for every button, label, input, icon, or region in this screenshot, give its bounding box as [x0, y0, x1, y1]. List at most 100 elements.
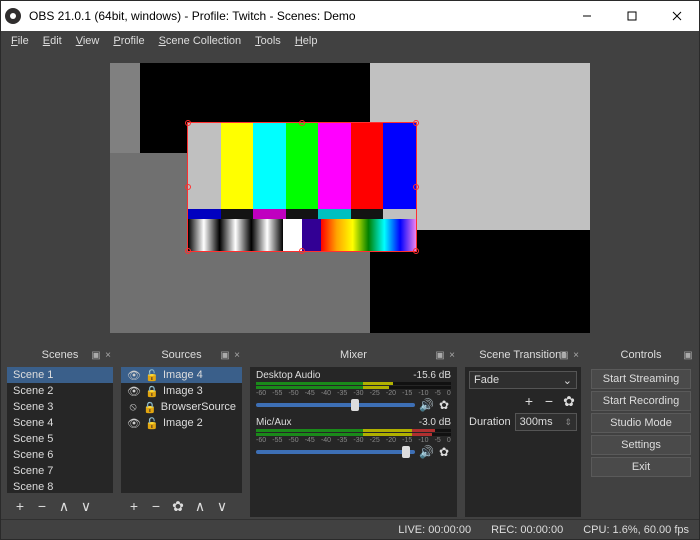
menu-view[interactable]: View	[70, 34, 106, 48]
slider-thumb[interactable]	[402, 446, 410, 458]
resize-handle[interactable]	[413, 248, 419, 254]
smpte-bars-icon	[188, 123, 416, 251]
start-streaming-button[interactable]: Start Streaming	[591, 369, 691, 389]
remove-transition-button[interactable]: −	[541, 393, 557, 409]
resize-handle[interactable]	[185, 120, 191, 126]
preview-area[interactable]	[1, 51, 699, 345]
source-name: Image 2	[163, 417, 203, 429]
sources-list[interactable]: 👁🔓Image 4👁🔒Image 3⦸🔒BrowserSource👁🔓Image…	[121, 367, 242, 493]
popout-icon[interactable]: ▣	[435, 350, 445, 360]
eye-icon[interactable]: 👁	[127, 369, 141, 382]
close-button[interactable]	[654, 1, 699, 31]
close-panel-icon[interactable]: ×	[571, 350, 581, 360]
dock-panels: Scenes ▣× Scene 1Scene 2Scene 3Scene 4Sc…	[1, 345, 699, 519]
scene-row[interactable]: Scene 8	[7, 479, 113, 493]
eye-icon[interactable]: 👁	[127, 417, 141, 430]
controls-panel: Controls ▣ Start Streaming Start Recordi…	[587, 345, 695, 519]
close-panel-icon[interactable]: ×	[232, 350, 242, 360]
controls-body: Start Streaming Start Recording Studio M…	[589, 367, 693, 517]
gear-icon[interactable]: ✿	[437, 398, 451, 412]
menu-help[interactable]: Help	[289, 34, 324, 48]
scene-up-button[interactable]: ∧	[57, 499, 71, 513]
resize-handle[interactable]	[299, 248, 305, 254]
popout-icon[interactable]: ▣	[220, 350, 230, 360]
window-title: OBS 21.0.1 (64bit, windows) - Profile: T…	[25, 9, 564, 23]
scene-row[interactable]: Scene 4	[7, 415, 113, 431]
scene-row[interactable]: Scene 6	[7, 447, 113, 463]
transitions-header[interactable]: Scene Transitions ▣×	[463, 345, 583, 365]
unlock-icon[interactable]: 🔓	[145, 369, 159, 382]
slider-thumb[interactable]	[351, 399, 359, 411]
menu-profile[interactable]: Profile	[107, 34, 150, 48]
channel-level: -3.0 dB	[419, 417, 451, 428]
menu-edit[interactable]: Edit	[37, 34, 68, 48]
transition-props-button[interactable]: ✿	[561, 393, 577, 409]
speaker-icon[interactable]: 🔊	[419, 445, 433, 459]
exit-button[interactable]: Exit	[591, 457, 691, 477]
selected-source[interactable]	[188, 123, 416, 251]
duration-label: Duration	[469, 416, 511, 428]
start-recording-button[interactable]: Start Recording	[591, 391, 691, 411]
scenes-list[interactable]: Scene 1Scene 2Scene 3Scene 4Scene 5Scene…	[7, 367, 113, 493]
close-panel-icon[interactable]: ×	[103, 350, 113, 360]
resize-handle[interactable]	[299, 120, 305, 126]
transition-select[interactable]: Fade ⌄	[469, 371, 577, 389]
menu-file[interactable]: File	[5, 34, 35, 48]
add-scene-button[interactable]: +	[13, 499, 27, 513]
menu-tools[interactable]: Tools	[249, 34, 287, 48]
source-up-button[interactable]: ∧	[193, 499, 207, 513]
source-row[interactable]: 👁🔒Image 3	[121, 383, 242, 399]
scene-row[interactable]: Scene 2	[7, 383, 113, 399]
resize-handle[interactable]	[185, 248, 191, 254]
lock-icon[interactable]: 🔒	[145, 385, 159, 398]
scene-row[interactable]: Scene 7	[7, 463, 113, 479]
scenes-header[interactable]: Scenes ▣×	[5, 345, 115, 365]
volume-slider[interactable]	[256, 403, 415, 407]
source-row[interactable]: 👁 🔓 Image 2	[121, 415, 242, 431]
chevron-down-icon: ⌄	[563, 374, 572, 387]
popout-icon[interactable]: ▣	[559, 350, 569, 360]
menu-scene-collection[interactable]: Scene Collection	[153, 34, 248, 48]
settings-button[interactable]: Settings	[591, 435, 691, 455]
status-live: LIVE: 00:00:00	[398, 524, 471, 536]
source-down-button[interactable]: ∨	[215, 499, 229, 513]
add-transition-button[interactable]: +	[521, 393, 537, 409]
remove-scene-button[interactable]: −	[35, 499, 49, 513]
duration-input[interactable]: 300ms ⇕	[515, 413, 577, 431]
spinner-icon[interactable]: ⇕	[564, 417, 572, 428]
minimize-button[interactable]	[564, 1, 609, 31]
close-panel-icon[interactable]: ×	[447, 350, 457, 360]
resize-handle[interactable]	[413, 184, 419, 190]
source-props-button[interactable]: ✿	[171, 499, 185, 513]
popout-icon[interactable]: ▣	[91, 350, 101, 360]
eye-icon[interactable]: 👁	[127, 385, 141, 398]
panel-title: Sources	[161, 349, 201, 361]
preview-canvas[interactable]	[110, 63, 590, 333]
scene-row[interactable]: Scene 3	[7, 399, 113, 415]
duration-value: 300ms	[520, 416, 553, 428]
maximize-button[interactable]	[609, 1, 654, 31]
add-source-button[interactable]: +	[127, 499, 141, 513]
speaker-icon[interactable]: 🔊	[419, 398, 433, 412]
remove-source-button[interactable]: −	[149, 499, 163, 513]
gear-icon[interactable]: ✿	[437, 445, 451, 459]
mixer-header[interactable]: Mixer ▣×	[248, 345, 459, 365]
controls-header[interactable]: Controls ▣	[587, 345, 695, 365]
studio-mode-button[interactable]: Studio Mode	[591, 413, 691, 433]
lock-icon[interactable]: 🔒	[143, 401, 157, 414]
scene-down-button[interactable]: ∨	[79, 499, 93, 513]
unlock-icon[interactable]: 🔓	[145, 417, 159, 430]
resize-handle[interactable]	[185, 184, 191, 190]
sources-header[interactable]: Sources ▣×	[119, 345, 244, 365]
resize-handle[interactable]	[413, 120, 419, 126]
channel-name: Desktop Audio	[256, 370, 321, 381]
popout-icon[interactable]: ▣	[683, 350, 693, 360]
status-rec: REC: 00:00:00	[491, 524, 563, 536]
titlebar[interactable]: OBS 21.0.1 (64bit, windows) - Profile: T…	[1, 1, 699, 31]
scene-row[interactable]: Scene 5	[7, 431, 113, 447]
source-row[interactable]: ⦸🔒BrowserSource	[121, 399, 242, 415]
source-row[interactable]: 👁🔓Image 4	[121, 367, 242, 383]
volume-slider[interactable]	[256, 450, 415, 454]
eye-off-icon[interactable]: ⦸	[127, 401, 139, 414]
scene-row[interactable]: Scene 1	[7, 367, 113, 383]
